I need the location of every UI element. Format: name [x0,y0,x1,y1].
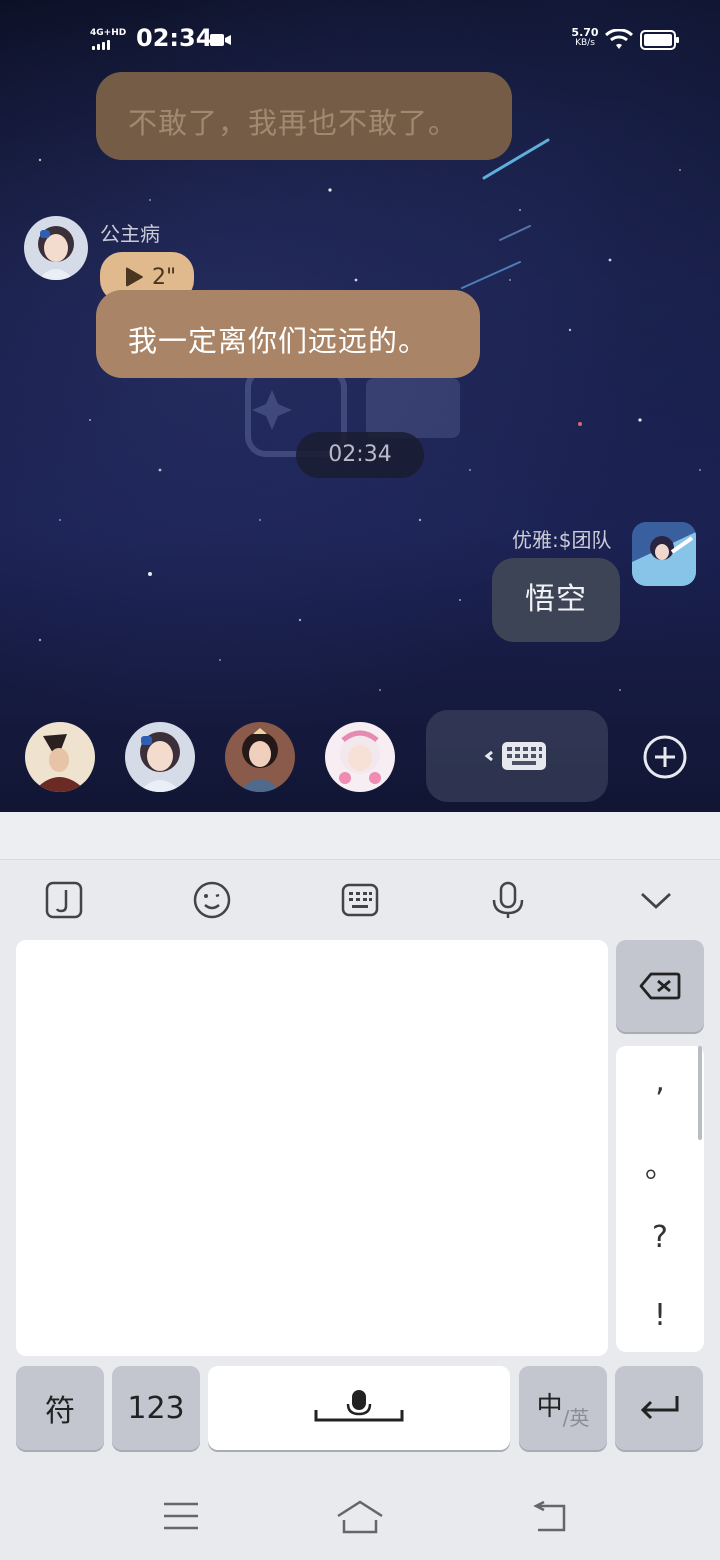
chat-area: 4G+HD 02:34 5.70 KB/s 不敢了，我再也不敢了。 公主病 2"… [0,0,720,812]
handwriting-icon[interactable] [44,880,84,920]
character-avatar-1[interactable] [25,722,95,792]
keyboard-toolbar [0,860,720,940]
enter-key[interactable] [615,1366,703,1450]
cellular-signal-icon: 4G+HD [90,28,130,52]
play-icon [126,267,143,287]
character-avatar-3[interactable] [225,722,295,792]
video-record-icon [210,34,231,46]
voice-input-icon[interactable] [488,880,528,920]
emoji-icon[interactable] [192,880,232,920]
add-button[interactable] [642,734,688,780]
punct-period[interactable]: 。 [616,1142,704,1186]
punct-exclamation[interactable]: ! [616,1298,704,1333]
network-type: 4G+HD [90,28,127,38]
wifi-icon [605,29,633,49]
character-avatar-4[interactable] [325,722,395,792]
message-bubble[interactable]: 我一定离你们远远的。 [96,290,480,378]
message-timestamp: 02:34 [296,432,424,478]
keyboard-icon [484,742,546,770]
space-key[interactable] [208,1366,510,1450]
punctuation-panel: , 。 ? ! [616,1046,704,1352]
character-avatar-2[interactable] [125,722,195,792]
symbol-key[interactable]: 符 [16,1366,104,1450]
battery-icon [640,30,679,50]
number-key[interactable]: 123 [112,1366,200,1450]
network-speed: 5.70 KB/s [571,26,599,48]
character-bar [0,710,720,810]
menu-icon[interactable] [162,1500,200,1532]
self-message-bubble[interactable]: 悟空 [492,558,620,642]
keyboard-toggle-button[interactable] [426,710,608,802]
back-icon[interactable] [530,1500,568,1532]
status-time: 02:34 [136,24,213,52]
enter-icon [640,1396,679,1420]
handwriting-input-area[interactable] [16,940,608,1356]
system-navigation-bar [0,1470,720,1560]
self-name: 优雅:$团队 [512,528,612,552]
backspace-key[interactable] [616,940,704,1032]
keyboard-layout-icon[interactable] [340,880,380,920]
collapse-keyboard-icon[interactable] [636,880,676,920]
punct-question[interactable]: ? [616,1220,704,1255]
language-switch-key[interactable]: 中 /英 [519,1366,607,1450]
status-bar: 4G+HD 02:34 5.70 KB/s [0,0,720,80]
punct-comma[interactable]: , [616,1064,704,1099]
previous-message-bubble[interactable]: 不敢了，我再也不敢了。 [96,72,512,160]
keyboard-candidate-strip [0,812,720,860]
backspace-icon [639,972,681,1000]
microphone-icon [314,1390,404,1422]
punctuation-scrollbar[interactable] [698,1046,702,1140]
sender-avatar[interactable] [24,216,88,280]
self-avatar[interactable] [632,522,696,586]
sender-name: 公主病 [100,222,160,246]
voice-duration: 2" [152,264,177,290]
home-icon[interactable] [336,1500,384,1534]
